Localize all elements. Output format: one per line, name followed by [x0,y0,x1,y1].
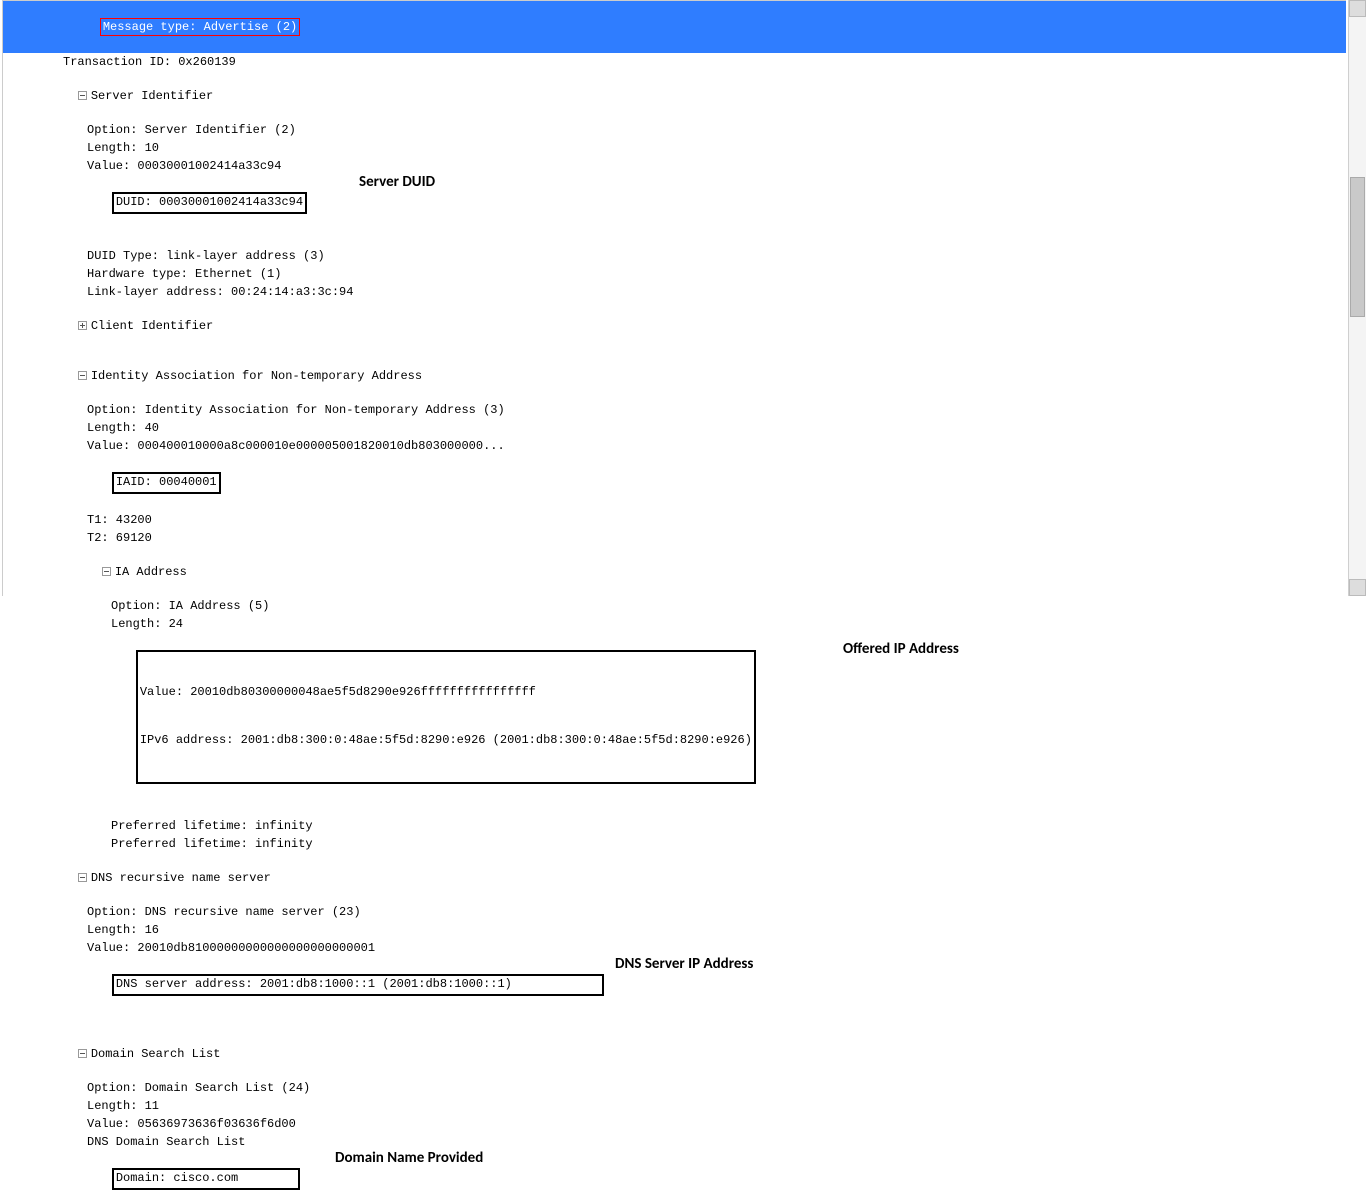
annotation-offered-ip: Offered IP Address [843,641,959,657]
vertical-scrollbar[interactable] [1348,0,1366,596]
message-type: Message type: Advertise (2) [100,18,300,36]
iaid-row[interactable]: IAID: 00040001 [3,455,1346,511]
domain-row[interactable]: Domain: cisco.com Domain Name Provided [3,1151,1346,1192]
len-server-id[interactable]: Length: 10 [3,139,1346,157]
ia-na-length[interactable]: Length: 40 [3,419,1346,437]
annotation-domain: Domain Name Provided [335,1150,483,1166]
scroll-up-button[interactable] [1349,0,1366,17]
collapse-icon[interactable] [78,371,87,380]
server-duid-box: DUID: 00030001002414a33c94 [112,192,307,214]
domain-list-length[interactable]: Length: 11 [3,1097,1346,1115]
packet-tree: Message type: Advertise (2) Transaction … [2,0,1346,596]
scroll-down-button[interactable] [1349,579,1366,596]
collapse-icon[interactable] [102,567,111,576]
ia-addr-pref1[interactable]: Preferred lifetime: infinity [3,817,1346,835]
ll-addr[interactable]: Link-layer address: 00:24:14:a3:3c:94 [3,283,1346,301]
dns-node[interactable]: DNS recursive name server [3,853,1346,903]
val-server-id[interactable]: Value: 00030001002414a33c94 [3,157,1346,175]
dns-length[interactable]: Length: 16 [3,921,1346,939]
ia-na-node[interactable]: Identity Association for Non-temporary A… [3,351,1346,401]
dns-value[interactable]: Value: 20010db81000000000000000000000001 [3,939,1346,957]
message-type-row[interactable]: Message type: Advertise (2) [3,1,1346,53]
ia-na-t2[interactable]: T2: 69120 [3,529,1346,547]
domain-list-value[interactable]: Value: 05636973636f03636f6d00 [3,1115,1346,1133]
collapse-icon[interactable] [78,1049,87,1058]
dns-option[interactable]: Option: DNS recursive name server (23) [3,903,1346,921]
scroll-track[interactable] [1349,17,1366,579]
offered-ip-box: Value: 20010db80300000048ae5f5d8290e926f… [136,650,756,784]
scroll-thumb[interactable] [1350,177,1365,317]
domain-list-option[interactable]: Option: Domain Search List (24) [3,1079,1346,1097]
ia-addr-pref2[interactable]: Preferred lifetime: infinity [3,835,1346,853]
annotation-server-duid: Server DUID [359,174,435,190]
domain-list-sub[interactable]: DNS Domain Search List [3,1133,1346,1151]
ia-na-option[interactable]: Option: Identity Association for Non-tem… [3,401,1346,419]
dns-server-box: DNS server address: 2001:db8:1000::1 (20… [112,974,604,996]
ia-addr-length[interactable]: Length: 24 [3,615,1346,633]
transaction-id[interactable]: Transaction ID: 0x260139 [3,53,1346,71]
ia-na-value[interactable]: Value: 000400010000a8c000010e00000500182… [3,437,1346,455]
server-identifier-node[interactable]: Server Identifier [3,71,1346,121]
ia-addr-node[interactable]: IA Address [3,547,1346,597]
ia-addr-ipv6: IPv6 address: 2001:db8:300:0:48ae:5f5d:8… [140,732,752,748]
ia-na-t1[interactable]: T1: 43200 [3,511,1346,529]
client-identifier-node[interactable]: Client Identifier [3,301,1346,351]
dns-addr-row[interactable]: DNS server address: 2001:db8:1000::1 (20… [3,957,1346,1029]
hw-type[interactable]: Hardware type: Ethernet (1) [3,265,1346,283]
duid-row[interactable]: DUID: 00030001002414a33c94 Server DUID [3,175,1346,247]
annotation-dns-ip: DNS Server IP Address [615,956,753,972]
ia-addr-value: Value: 20010db80300000048ae5f5d8290e926f… [140,684,752,700]
expand-icon[interactable] [78,321,87,330]
opt-server-id[interactable]: Option: Server Identifier (2) [3,121,1346,139]
iaid-box: IAID: 00040001 [112,472,221,494]
duid-type[interactable]: DUID Type: link-layer address (3) [3,247,1346,265]
collapse-icon[interactable] [78,91,87,100]
domain-box: Domain: cisco.com [112,1168,300,1190]
collapse-icon[interactable] [78,873,87,882]
ia-addr-box-row[interactable]: Value: 20010db80300000048ae5f5d8290e926f… [3,633,1346,817]
domain-list-node[interactable]: Domain Search List [3,1029,1346,1079]
ia-addr-option[interactable]: Option: IA Address (5) [3,597,1346,615]
